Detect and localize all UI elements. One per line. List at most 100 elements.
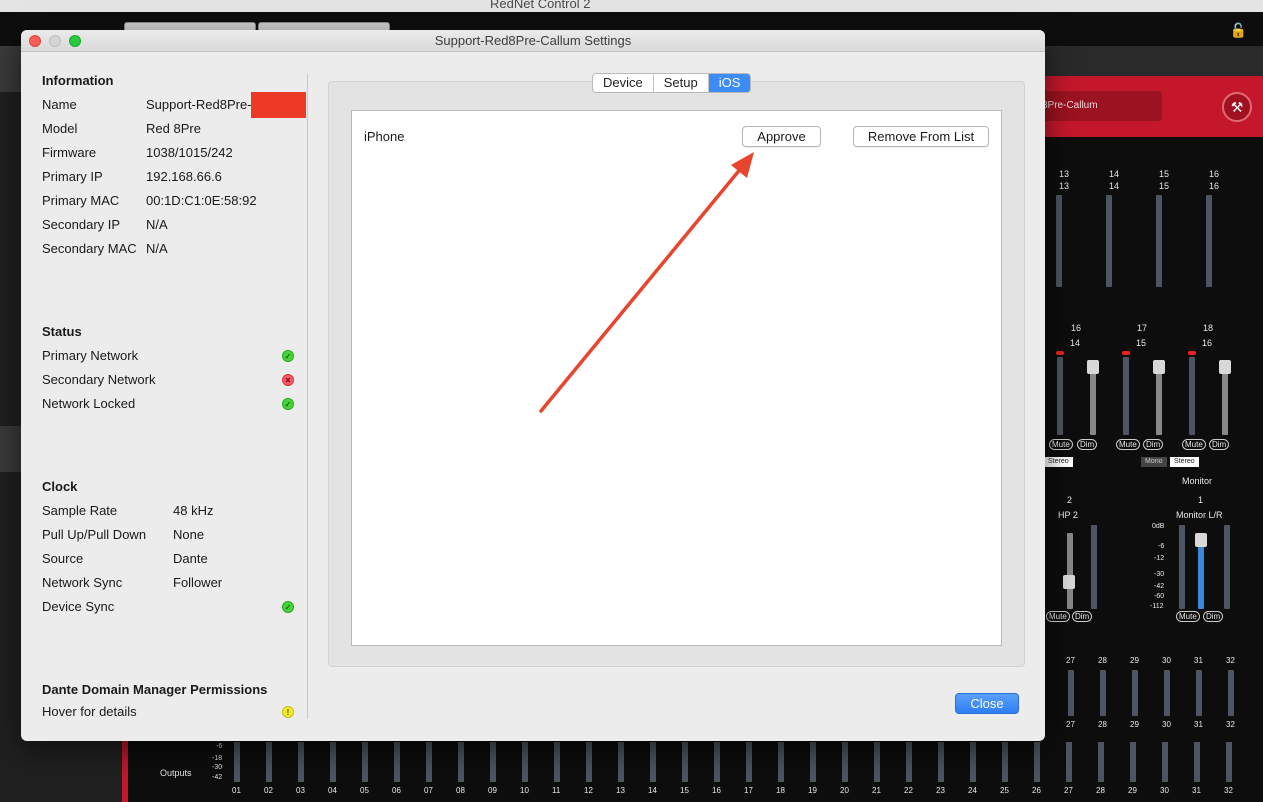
ddm-hover-label[interactable]: Hover for details xyxy=(42,704,137,719)
upper-channel-label: 32 xyxy=(1226,720,1235,729)
output-channel-label: 15 xyxy=(680,786,689,795)
output-channel-label: 01 xyxy=(232,786,241,795)
output-channel-label: 04 xyxy=(328,786,337,795)
upper-channel-label: 27 xyxy=(1066,656,1075,665)
clock-label-sample-rate: Sample Rate xyxy=(42,503,118,518)
output-level-meter xyxy=(746,742,752,782)
info-label-secondary-mac: Secondary MAC xyxy=(42,241,137,256)
info-value-primary-mac: 00:1D:C1:0E:58:92 xyxy=(146,193,257,208)
upper-channel-label: 27 xyxy=(1066,720,1075,729)
upper-channel-label: 29 xyxy=(1130,656,1139,665)
window-minimize-button[interactable] xyxy=(49,35,61,47)
level-meter xyxy=(1224,525,1230,609)
output-channel-label: 31 xyxy=(1192,786,1201,795)
output-level-meter xyxy=(586,742,592,782)
output-level-meter xyxy=(1066,742,1072,782)
level-meter xyxy=(1156,195,1162,287)
output-channel-label: 19 xyxy=(808,786,817,795)
fader-handle[interactable] xyxy=(1087,360,1099,374)
output-channel-label: 08 xyxy=(456,786,465,795)
dim-button[interactable]: Dim xyxy=(1077,439,1098,450)
input-channel-number: 13 xyxy=(1059,169,1070,179)
input-channel-number: 14 xyxy=(1109,169,1120,179)
output-channel-label: 20 xyxy=(840,786,849,795)
output-level-meter xyxy=(1194,742,1200,782)
clock-heading: Clock xyxy=(42,479,78,494)
mute-button[interactable]: Mute xyxy=(1046,611,1070,622)
output-channel-label: 06 xyxy=(392,786,401,795)
info-label-secondary-ip: Secondary IP xyxy=(42,217,121,232)
monitor-header: Monitor xyxy=(1182,476,1213,486)
output-level-meter xyxy=(938,742,944,782)
dim-button[interactable]: Dim xyxy=(1143,439,1164,450)
monitor-level-fill xyxy=(1198,537,1204,609)
exclamation-icon[interactable]: ! xyxy=(282,706,294,718)
monitor-scale-label: -12 xyxy=(1154,555,1165,562)
close-button[interactable]: Close xyxy=(955,693,1019,714)
clock-value-network-sync: Follower xyxy=(173,575,223,590)
upper-channel-label: 30 xyxy=(1162,720,1171,729)
dim-button[interactable]: Dim xyxy=(1072,611,1093,622)
output-level-meter xyxy=(234,742,240,782)
redaction-box xyxy=(251,92,306,118)
stereo-toggle[interactable]: Stereo xyxy=(1044,457,1073,467)
x-icon: ✕ xyxy=(282,374,294,386)
output-level-meter xyxy=(1034,742,1040,782)
mix-channel-number: 17 xyxy=(1137,323,1148,333)
info-value-name: Support-Red8Pre- xyxy=(146,97,252,112)
mono-toggle[interactable]: Mono xyxy=(1141,457,1167,467)
approve-button[interactable]: Approve xyxy=(742,126,821,147)
stereo-toggle[interactable]: Stereo xyxy=(1170,457,1199,467)
level-meter xyxy=(1132,670,1138,716)
window-zoom-button[interactable] xyxy=(69,35,81,47)
output-level-meter xyxy=(426,742,432,782)
mix-channel-sub: 15 xyxy=(1136,338,1147,348)
fader-track xyxy=(1156,365,1162,435)
dim-button[interactable]: Dim xyxy=(1203,611,1224,622)
output-channel-label: 18 xyxy=(776,786,785,795)
level-meter xyxy=(1179,525,1185,609)
monitor-scale-label: -112 xyxy=(1150,603,1164,610)
upper-channel-label: 31 xyxy=(1194,656,1203,665)
mute-button[interactable]: Mute xyxy=(1182,439,1206,450)
mute-button[interactable]: Mute xyxy=(1049,439,1073,450)
info-label-model: Model xyxy=(42,121,78,136)
output-channel-label: 25 xyxy=(1000,786,1009,795)
background-window-titlebar: RedNet Control 2 xyxy=(0,0,1263,12)
level-meter xyxy=(1206,195,1212,287)
outputs-scale-label: -30 xyxy=(212,764,223,771)
dim-button[interactable]: Dim xyxy=(1209,439,1230,450)
output-channel-label: 03 xyxy=(296,786,305,795)
info-value-secondary-mac: N/A xyxy=(146,241,168,256)
info-value-primary-ip: 192.168.66.6 xyxy=(146,169,222,184)
mute-button[interactable]: Mute xyxy=(1116,439,1140,450)
output-level-meter xyxy=(650,742,656,782)
fader-handle[interactable] xyxy=(1153,360,1165,374)
dialog-title: Support-Red8Pre-Callum Settings xyxy=(434,33,632,48)
upper-channel-label: 29 xyxy=(1130,720,1139,729)
outputs-scale-label: -18 xyxy=(212,755,223,762)
tab-ios[interactable]: iOS xyxy=(708,74,751,92)
fader-handle[interactable] xyxy=(1219,360,1231,374)
fader-track xyxy=(1067,533,1073,609)
lock-icon[interactable]: 🔓 xyxy=(1230,22,1247,39)
wrench-icon[interactable]: ⚒ xyxy=(1222,92,1252,122)
background-mixer-panel: 13 14 15 16 13 14 15 16 16 17 18 14 15 1… xyxy=(1032,137,1263,657)
tab-device[interactable]: Device xyxy=(593,74,654,92)
tab-setup[interactable]: Setup xyxy=(654,74,709,92)
window-close-button[interactable] xyxy=(29,35,41,47)
info-label-firmware: Firmware xyxy=(42,145,97,160)
level-meter xyxy=(1196,670,1202,716)
monitor-scale-label: -30 xyxy=(1154,571,1165,578)
fader-handle[interactable] xyxy=(1063,575,1075,589)
mute-button[interactable]: Mute xyxy=(1176,611,1200,622)
output-channel-label: 14 xyxy=(648,786,657,795)
clip-indicator xyxy=(1188,351,1196,355)
upper-channel-label: 28 xyxy=(1098,656,1107,665)
remove-from-list-button[interactable]: Remove From List xyxy=(853,126,989,147)
background-device-label[interactable]: 8Pre-Callum xyxy=(1032,91,1162,121)
output-level-meter xyxy=(1002,742,1008,782)
output-level-meter xyxy=(1226,742,1232,782)
level-meter xyxy=(1057,357,1063,435)
fader-handle[interactable] xyxy=(1195,533,1207,547)
